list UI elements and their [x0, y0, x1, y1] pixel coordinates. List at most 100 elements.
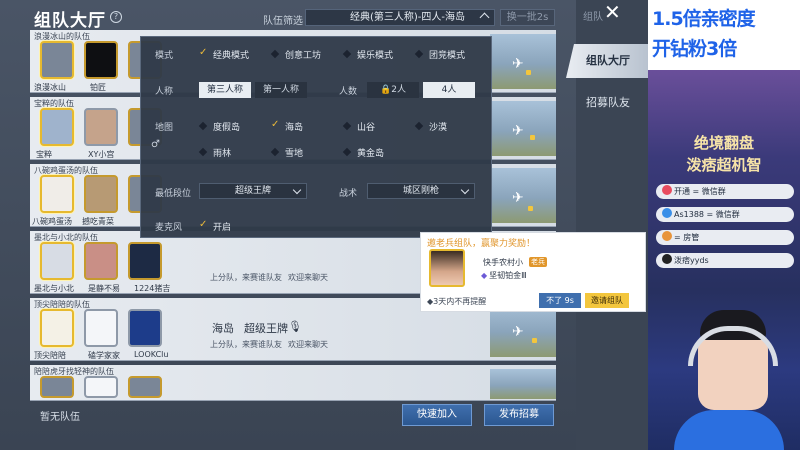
tab-team-hall[interactable]: 组队大厅	[566, 44, 648, 78]
party-size-2[interactable]: 🔒2人	[367, 82, 419, 98]
plane-icon: ✈	[512, 190, 524, 206]
post-recruit-button[interactable]: 发布招募	[484, 404, 554, 426]
member-name: 浪漫冰山	[34, 83, 66, 92]
promo-line: 1.5倍亲密度	[652, 8, 756, 30]
avatar[interactable]	[128, 376, 162, 398]
avatar[interactable]	[84, 108, 118, 146]
chip-label: As1388 = 微信群	[674, 210, 740, 219]
map-erangel[interactable]: 海岛	[271, 119, 303, 133]
close-icon[interactable]: ✕	[604, 2, 621, 22]
member-name: LOOKClu	[134, 350, 169, 359]
no-team-label: 暂无队伍	[40, 412, 80, 423]
invite-team-button[interactable]: 邀请组队	[585, 293, 629, 308]
page-title: 组队大厅	[34, 11, 106, 31]
dont-remind-label: 3天内不再提醒	[433, 297, 487, 306]
douyin-icon	[662, 254, 672, 264]
perspective-first-person[interactable]: 第一人称	[255, 82, 307, 98]
chevron-down-icon	[292, 185, 302, 195]
decline-button[interactable]: 不了 9s	[539, 293, 581, 308]
member-name: 宝粹	[36, 150, 52, 159]
stream-poster: 绝境翻盘 泼痞超机智 开通 = 微信群 As1388 = 微信群 = 房管 泼痞…	[648, 70, 800, 290]
avatar[interactable]	[40, 376, 74, 398]
plane-icon: ✈	[512, 56, 524, 72]
mode-classic[interactable]: 经典模式	[199, 47, 249, 61]
dont-remind-option[interactable]: ◆3天内不再提醒	[427, 296, 486, 307]
avatar[interactable]	[40, 175, 74, 213]
microphone-on[interactable]: 开启	[199, 219, 231, 233]
info-chip: As1388 = 微信群	[656, 207, 794, 222]
map-golden-island[interactable]: 黄金岛	[343, 146, 384, 159]
streamer-shirt	[674, 410, 784, 450]
member-name: 撼吃青菜	[82, 217, 114, 226]
min-rank-value: 超级王牌	[234, 186, 271, 196]
mode-fun[interactable]: 娱乐模式	[343, 48, 393, 61]
tab-recruit[interactable]: 招募队友	[566, 86, 648, 120]
chevron-up-icon	[479, 12, 490, 23]
team-filter-dropdown[interactable]: 经典(第三人称)-四人-海岛	[305, 9, 495, 26]
mode-workshop[interactable]: 创意工坊	[271, 48, 321, 61]
map-thumbnail: ✈	[490, 101, 556, 156]
map-desert[interactable]: 沙漠	[415, 120, 447, 133]
team-row[interactable]: 陪陪虎牙找轻神的队伍	[30, 365, 556, 401]
team-welcome: 欢迎来聊天	[288, 340, 328, 349]
poster-title: 绝境翻盘	[693, 134, 754, 152]
refresh-button[interactable]: 换一批2s	[500, 9, 555, 26]
info-chip: = 房管	[656, 230, 794, 245]
plane-icon: ✈	[512, 123, 524, 139]
avatar[interactable]	[84, 175, 118, 213]
team-rank: 超级王牌	[244, 322, 288, 335]
filter-panel: 模式 经典模式 创意工坊 娱乐模式 团竞模式 人称 第三人称 第一人称 人数 🔒…	[140, 36, 492, 238]
avatar[interactable]	[128, 309, 162, 347]
quick-join-button[interactable]: 快速加入	[402, 404, 472, 426]
game-screen: 组队大厅 ? 队伍筛选 经典(第三人称)-四人-海岛 换一批2s 组队 ✕ 组队…	[0, 0, 648, 450]
chip-label: 开通 = 微信群	[674, 187, 726, 196]
avatar[interactable]	[84, 41, 118, 79]
avatar[interactable]	[40, 108, 74, 146]
mode-team-deathmatch[interactable]: 团竞模式	[415, 48, 465, 61]
member-name: XY小宫	[88, 150, 115, 159]
invitee-rank: 坚韧铂金Ⅲ	[481, 270, 527, 281]
lock-icon: 🔒	[380, 85, 392, 95]
avatar[interactable]	[84, 376, 118, 398]
tactic-value: 城区刚枪	[402, 186, 439, 196]
map-resort-island[interactable]: 度假岛	[199, 120, 240, 133]
drop-marker	[532, 338, 537, 343]
invite-header: 邀老兵组队，赢聚力奖励！	[427, 239, 536, 249]
min-rank-dropdown[interactable]: 超级王牌	[199, 183, 307, 199]
tactic-label: 战术	[339, 189, 358, 199]
avatar[interactable]	[128, 242, 162, 280]
avatar	[429, 249, 465, 287]
invite-popup: 邀老兵组队，赢聚力奖励！ 快手农村小 老兵 坚韧铂金Ⅲ ◆3天内不再提醒 不了 …	[420, 232, 646, 312]
map-thumbnail	[490, 369, 556, 399]
map-valley[interactable]: 山谷	[343, 120, 375, 133]
member-name: 铂匠	[90, 83, 106, 92]
avatar[interactable]	[40, 242, 74, 280]
info-chip: 开通 = 微信群	[656, 184, 794, 199]
invitee-name: 快手农村小	[483, 258, 523, 267]
map-rainforest[interactable]: 雨林	[199, 146, 231, 159]
avatar[interactable]	[84, 309, 118, 347]
map-thumbnail: ✈	[490, 34, 556, 89]
member-name: 磕学家家	[88, 351, 120, 360]
team-welcome: 欢迎来聊天	[288, 273, 328, 282]
wechat-icon	[662, 208, 672, 218]
drop-marker	[526, 70, 531, 75]
tactic-dropdown[interactable]: 城区刚枪	[367, 183, 475, 199]
drop-marker	[530, 135, 535, 140]
avatar[interactable]	[84, 242, 118, 280]
veteran-badge: 老兵	[529, 257, 547, 267]
avatar[interactable]	[40, 309, 74, 347]
microphone-icon: 🎙	[288, 320, 302, 333]
promo-banner: 1.5倍亲密度 开钻粉3倍	[648, 0, 800, 70]
help-icon[interactable]: ?	[110, 11, 122, 23]
chip-label: = 房管	[674, 233, 700, 242]
member-name: 八碗鸡蛋汤	[32, 217, 72, 226]
perspective-third-person[interactable]: 第三人称	[199, 82, 251, 98]
chip-label: 泼痞yyds	[674, 256, 709, 265]
party-size-4[interactable]: 4人	[423, 82, 475, 98]
map-snowfield[interactable]: 雪地	[271, 146, 303, 159]
team-info: 上分队，来赛谁队友	[210, 273, 282, 282]
promo-line: 开钻粉3倍	[652, 38, 737, 60]
side-panel-header: 组队	[583, 12, 603, 23]
avatar[interactable]	[40, 41, 74, 79]
